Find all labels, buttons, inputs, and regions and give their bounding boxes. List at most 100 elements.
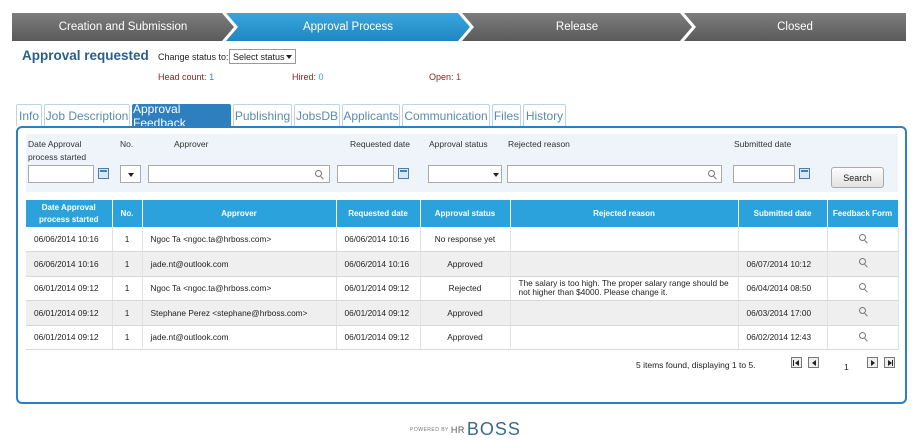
workflow-steps: Creation and Submission Approval Process… xyxy=(12,13,906,41)
filter-requested-input[interactable] xyxy=(337,165,394,183)
powered-by-text: POWERED BY xyxy=(410,426,449,433)
filter-status-label: Approval status xyxy=(429,139,488,149)
cell-requested: 06/01/2014 09:12 xyxy=(336,300,421,326)
search-icon[interactable] xyxy=(858,282,866,290)
col-date[interactable]: Date Approval process started xyxy=(26,200,113,227)
col-requested[interactable]: Requested date xyxy=(336,200,421,227)
headcount-stat: Head count: 1 xyxy=(158,72,215,82)
step-release: Release xyxy=(462,13,692,41)
cell-submitted: 06/03/2014 17:00 xyxy=(738,300,828,326)
cell-status: Approved xyxy=(420,325,511,350)
calendar-icon[interactable] xyxy=(98,168,109,179)
cell-requested: 06/01/2014 09:12 xyxy=(336,325,421,350)
cell-rejected xyxy=(510,300,739,326)
search-icon[interactable] xyxy=(858,258,866,266)
col-approver[interactable]: Approver xyxy=(142,200,337,227)
cell-approver: jade.nt@outlook.com xyxy=(142,325,337,350)
next-page-icon[interactable] xyxy=(867,357,878,368)
filter-submitted-input[interactable] xyxy=(733,165,795,183)
tab-communication[interactable]: Communication xyxy=(402,104,490,126)
filter-date-input[interactable] xyxy=(28,165,94,183)
cell-status: Rejected xyxy=(420,276,511,301)
cell-approver: Stephane Perez <stephane@hrboss.com> xyxy=(142,300,337,326)
page-number[interactable]: 1 xyxy=(844,362,849,372)
cell-feedback[interactable] xyxy=(827,300,899,326)
tab-files[interactable]: Files xyxy=(492,104,521,126)
filter-no-select[interactable] xyxy=(120,165,141,183)
cell-feedback[interactable] xyxy=(827,251,899,277)
table-header: Date Approval process started No. Approv… xyxy=(26,200,899,227)
dropdown-arrow-icon xyxy=(128,173,134,177)
tab-approval-feedback[interactable]: Approval Feedback xyxy=(132,102,231,130)
cell-date: 06/01/2014 09:12 xyxy=(26,276,113,301)
table-row[interactable]: 06/01/2014 09:12 1 jade.nt@outlook.com 0… xyxy=(26,325,899,350)
cell-no: 1 xyxy=(112,300,143,326)
table-row[interactable]: 06/01/2014 09:12 1 Stephane Perez <steph… xyxy=(26,300,899,326)
cell-feedback[interactable] xyxy=(827,325,899,350)
filter-rejected-label: Rejected reason xyxy=(508,139,570,149)
table-row[interactable]: 06/06/2014 10:16 1 jade.nt@outlook.com 0… xyxy=(26,251,899,277)
cell-submitted: 06/02/2014 12:43 xyxy=(738,325,828,350)
cell-feedback[interactable] xyxy=(827,227,899,252)
first-page-icon[interactable] xyxy=(791,357,802,368)
col-submitted[interactable]: Submitted date xyxy=(738,200,828,227)
tab-publishing[interactable]: Publishing xyxy=(233,104,292,126)
page-title: Approval requested xyxy=(22,48,149,63)
cell-no: 1 xyxy=(112,227,143,252)
open-stat: Open: 1 xyxy=(429,72,462,82)
step-approval: Approval Process xyxy=(226,13,470,41)
pager-summary: 5 items found, displaying 1 to 5. xyxy=(636,360,756,370)
cell-no: 1 xyxy=(112,325,143,350)
tab-applicants[interactable]: Applicants xyxy=(342,104,400,126)
dropdown-arrow-icon xyxy=(493,173,499,177)
powered-by-logo: POWERED BY HR BOSS xyxy=(410,419,521,440)
search-icon[interactable] xyxy=(858,233,866,241)
calendar-icon[interactable] xyxy=(799,168,810,179)
search-icon[interactable] xyxy=(708,170,715,177)
change-status-label: Change status to: xyxy=(158,52,229,62)
filter-approver-input[interactable] xyxy=(148,165,330,183)
tab-info[interactable]: Info xyxy=(16,104,42,126)
prev-page-icon[interactable] xyxy=(808,357,819,368)
approval-table: Date Approval process started No. Approv… xyxy=(26,200,899,350)
status-select-value: Select status xyxy=(233,51,285,62)
cell-date: 06/01/2014 09:12 xyxy=(26,325,113,350)
filter-rejected-input[interactable] xyxy=(507,165,722,183)
filter-no-label: No. xyxy=(120,139,134,149)
tab-history[interactable]: History xyxy=(523,104,566,126)
cell-submitted xyxy=(738,227,828,252)
step-closed: Closed xyxy=(684,13,906,41)
search-icon[interactable] xyxy=(858,331,866,339)
cell-date: 06/06/2014 10:16 xyxy=(26,251,113,277)
tab-jobsdb[interactable]: JobsDB xyxy=(294,104,340,126)
filter-requested-label: Requested date xyxy=(350,139,411,149)
cell-approver: Ngoc Ta <ngoc.ta@hrboss.com> xyxy=(142,276,337,301)
search-button[interactable]: Search xyxy=(831,167,884,188)
cell-approver: jade.nt@outlook.com xyxy=(142,251,337,277)
cell-status: Approved xyxy=(420,300,511,326)
search-icon[interactable] xyxy=(315,170,322,177)
calendar-icon[interactable] xyxy=(398,168,409,179)
filter-submitted-label: Submitted date xyxy=(734,139,792,149)
cell-requested: 06/06/2014 10:16 xyxy=(336,251,421,277)
cell-feedback[interactable] xyxy=(827,276,899,301)
tab-job-description[interactable]: Job Description xyxy=(44,104,130,126)
filter-status-select[interactable] xyxy=(428,165,502,183)
table-row[interactable]: 06/01/2014 09:12 1 Ngoc Ta <ngoc.ta@hrbo… xyxy=(26,276,899,301)
col-status[interactable]: Approval status xyxy=(420,200,511,227)
table-row[interactable]: 06/06/2014 10:16 1 Ngoc Ta <ngoc.ta@hrbo… xyxy=(26,227,899,252)
logo-hr: HR xyxy=(450,424,465,435)
cell-rejected xyxy=(510,325,739,350)
filter-bar: Date Approval process started No. Approv… xyxy=(26,134,898,192)
status-select[interactable]: Select status xyxy=(229,49,296,64)
cell-rejected xyxy=(510,251,739,277)
cell-submitted: 06/04/2014 08:50 xyxy=(738,276,828,301)
search-icon[interactable] xyxy=(858,307,866,315)
cell-status: Approved xyxy=(420,251,511,277)
cell-submitted: 06/07/2014 10:12 xyxy=(738,251,828,277)
cell-rejected xyxy=(510,227,739,252)
col-no[interactable]: No. xyxy=(112,200,143,227)
last-page-icon[interactable] xyxy=(884,357,895,368)
col-feedback[interactable]: Feedback Form xyxy=(827,200,899,227)
col-rejected[interactable]: Rejected reason xyxy=(510,200,739,227)
